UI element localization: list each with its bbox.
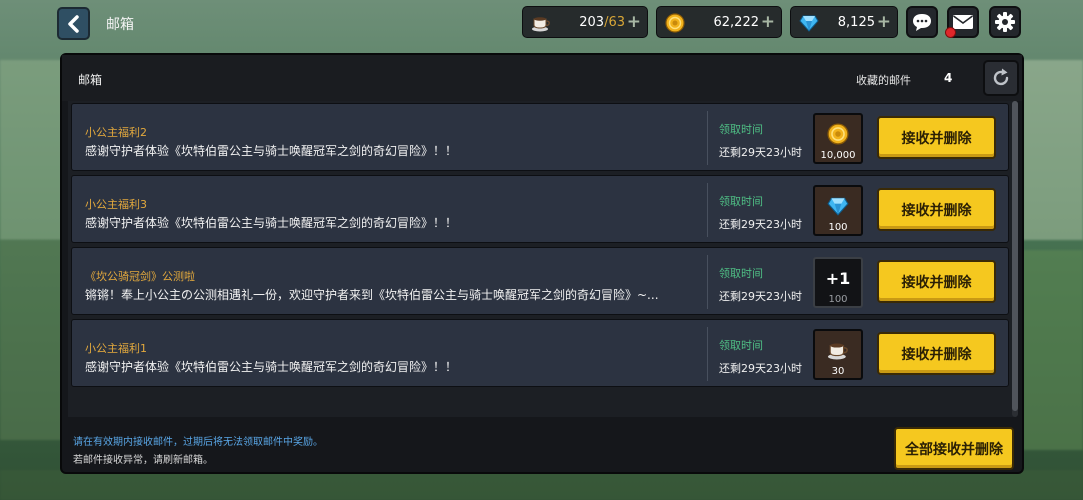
mail-item[interactable]: 小公主福利3 感谢守护者体验《坎特伯雷公主与骑士唤醒冠军之剑的奇幻冒险》！！ 领… — [71, 175, 1009, 243]
back-button[interactable] — [57, 7, 90, 40]
background-scenery — [1023, 60, 1083, 240]
chevron-left-icon — [67, 14, 79, 33]
add-stamina-button[interactable]: + — [627, 12, 641, 32]
background-scenery — [0, 470, 1083, 500]
remaining-time: 还剩29天23小时 — [719, 362, 802, 375]
envelope-icon — [953, 15, 973, 29]
reward-slot[interactable]: 10,000 — [813, 113, 863, 164]
divider — [707, 183, 708, 237]
remaining-time: 还剩29天23小时 — [719, 146, 802, 159]
claim-time-label: 领取时间 — [719, 267, 763, 280]
claim-time-label: 领取时间 — [719, 195, 763, 208]
refresh-hint: 若邮件接收异常，请刷新邮箱。 — [73, 455, 213, 466]
stamina-max: /63 — [604, 15, 625, 30]
gem-counter[interactable]: 8,125 + — [790, 6, 898, 38]
expiry-notice: 请在有效期内接收邮件，过期后将无法领取邮件中奖励。 — [73, 437, 323, 448]
gold-coin-icon — [664, 12, 686, 34]
diamond-icon — [815, 191, 861, 221]
page-title: 邮箱 — [106, 17, 134, 33]
mail-item[interactable]: 小公主福利1 感谢守护者体验《坎特伯雷公主与骑士唤醒冠军之剑的奇幻冒险》！！ 领… — [71, 319, 1009, 387]
reward-quantity: 100 — [828, 222, 848, 233]
refresh-icon — [993, 68, 1009, 86]
gem-value: 8,125 — [837, 15, 875, 30]
scrollbar-thumb[interactable] — [1012, 101, 1018, 411]
gold-counter[interactable]: 62,222 + — [656, 6, 782, 38]
gold-value: 62,222 — [713, 15, 760, 30]
scrollbar[interactable] — [1012, 101, 1018, 417]
chat-bubble-icon — [913, 14, 931, 31]
claim-and-delete-button[interactable]: 接收并删除 — [877, 260, 996, 303]
background-scenery — [0, 240, 62, 440]
background-scenery — [1023, 250, 1083, 450]
add-gem-button[interactable]: + — [877, 12, 891, 32]
mailbox-panel: 邮箱 收藏的邮件 4 小公主福利2 感谢守护者体验《坎特伯雷公主与骑士唤醒冠军之… — [60, 53, 1024, 474]
coffee-cup-icon — [815, 335, 861, 365]
reward-quantity: 10,000 — [820, 150, 856, 161]
panel-title: 邮箱 — [78, 73, 103, 87]
claim-all-button[interactable]: 全部接收并删除 — [894, 427, 1014, 470]
mail-sender: 小公主福利3 — [85, 198, 147, 211]
gear-icon — [995, 12, 1015, 32]
claim-time-label: 领取时间 — [719, 123, 763, 136]
mail-sender: 小公主福利1 — [85, 342, 147, 355]
mail-text: 感谢守护者体验《坎特伯雷公主与骑士唤醒冠军之剑的奇幻冒险》！！ — [85, 360, 458, 374]
reward-slot[interactable]: 30 — [813, 329, 863, 380]
divider — [707, 111, 708, 165]
divider — [707, 327, 708, 381]
reward-quantity: 30 — [831, 366, 845, 377]
remaining-time: 还剩29天23小时 — [719, 290, 802, 303]
stamina-counter[interactable]: 203/63 + — [522, 6, 648, 38]
mail-sender: 小公主福利2 — [85, 126, 147, 139]
chat-button[interactable] — [906, 6, 938, 38]
gold-coin-icon — [815, 119, 861, 149]
claim-time-label: 领取时间 — [719, 339, 763, 352]
settings-button[interactable] — [989, 6, 1021, 38]
diamond-icon — [798, 12, 820, 34]
claim-and-delete-button[interactable]: 接收并删除 — [877, 332, 996, 375]
plus-one-icon: +1 — [815, 263, 861, 293]
reward-quantity: 100 — [828, 294, 848, 305]
mail-text: 感谢守护者体验《坎特伯雷公主与骑士唤醒冠军之剑的奇幻冒险》！！ — [85, 144, 458, 158]
reward-slot[interactable]: 100 — [813, 185, 863, 236]
favorites-label: 收藏的邮件 — [856, 74, 911, 87]
divider — [707, 255, 708, 309]
claim-and-delete-button[interactable]: 接收并删除 — [877, 188, 996, 231]
add-gold-button[interactable]: + — [761, 12, 775, 32]
panel-header: 邮箱 收藏的邮件 4 — [62, 55, 1022, 101]
mail-sender: 《坎公骑冠剑》公测啦 — [85, 270, 195, 283]
mail-item[interactable]: 小公主福利2 感谢守护者体验《坎特伯雷公主与骑士唤醒冠军之剑的奇幻冒险》！！ 领… — [71, 103, 1009, 171]
reward-slot[interactable]: +1 100 — [813, 257, 863, 308]
remaining-time: 还剩29天23小时 — [719, 218, 802, 231]
coffee-cup-icon — [530, 12, 552, 34]
notification-dot — [945, 27, 956, 38]
claim-and-delete-button[interactable]: 接收并删除 — [877, 116, 996, 159]
refresh-button[interactable] — [983, 60, 1019, 96]
plus-one-label: +1 — [825, 268, 851, 288]
mail-item[interactable]: 《坎公骑冠剑》公测啦 锵锵！奉上小公主の公测相遇礼一份，欢迎守护者来到《坎特伯雷… — [71, 247, 1009, 315]
favorites-count: 4 — [944, 71, 953, 85]
mail-text: 锵锵！奉上小公主の公测相遇礼一份，欢迎守护者来到《坎特伯雷公主与骑士唤醒冠军之剑… — [85, 288, 659, 302]
mail-text: 感谢守护者体验《坎特伯雷公主与骑士唤醒冠军之剑的奇幻冒险》！！ — [85, 216, 458, 230]
stamina-value: 203 — [579, 15, 605, 30]
